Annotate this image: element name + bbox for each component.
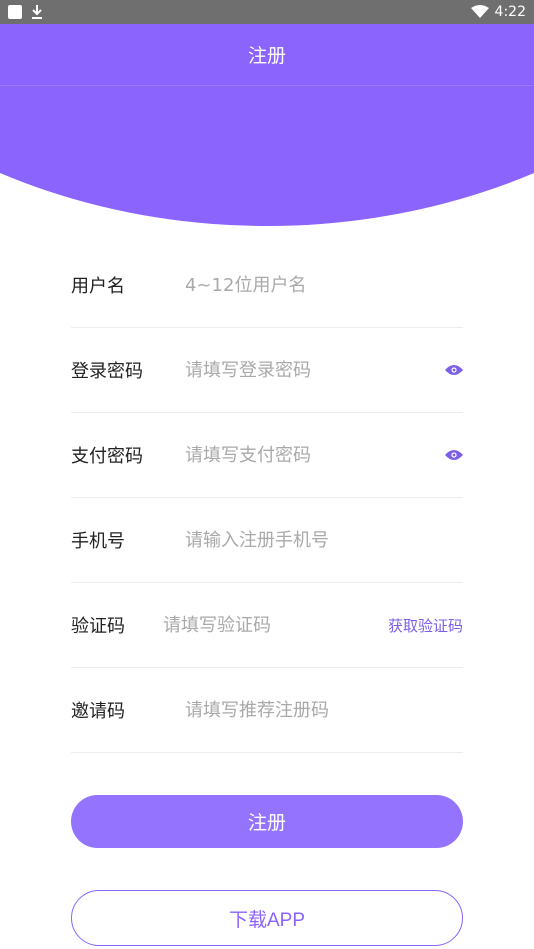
invite-row: 邀请码 (71, 668, 463, 753)
code-label: 验证码 (71, 616, 125, 637)
register-form: 用户名 登录密码 支付密码 手机号 验证码 获取验证码 邀请码 (71, 243, 463, 753)
login-password-input[interactable] (185, 359, 445, 381)
pay-password-input[interactable] (185, 444, 445, 466)
code-row: 验证码 获取验证码 (71, 583, 463, 668)
invite-label: 邀请码 (71, 701, 125, 722)
eye-icon[interactable] (445, 449, 463, 461)
login-password-row: 登录密码 (71, 328, 463, 413)
status-bar: 4:22 (0, 0, 534, 24)
login-password-label: 登录密码 (71, 361, 143, 382)
page-title: 注册 (247, 45, 286, 67)
code-input[interactable] (162, 614, 388, 636)
wifi-icon (470, 5, 489, 18)
username-label: 用户名 (71, 276, 125, 297)
header-curve-shape (0, 86, 534, 226)
eye-icon[interactable] (445, 364, 463, 376)
username-input[interactable] (185, 274, 463, 296)
page-header: 注册 (0, 24, 534, 86)
download-icon (32, 5, 42, 19)
phone-label: 手机号 (71, 531, 125, 552)
phone-row: 手机号 (71, 498, 463, 583)
invite-input[interactable] (185, 699, 463, 721)
notification-icon (8, 5, 22, 19)
pay-password-label: 支付密码 (71, 446, 143, 467)
register-button[interactable]: 注册 (71, 795, 463, 848)
phone-input[interactable] (185, 529, 463, 551)
pay-password-row: 支付密码 (71, 413, 463, 498)
username-row: 用户名 (71, 243, 463, 328)
get-code-button[interactable]: 获取验证码 (388, 615, 463, 636)
status-time: 4:22 (494, 4, 526, 20)
download-app-button[interactable]: 下载APP (71, 890, 463, 946)
header-curve (0, 86, 534, 226)
